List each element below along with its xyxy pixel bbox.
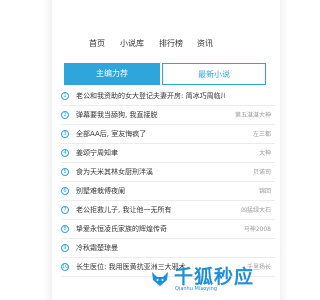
book-title[interactable]: 老公拒救儿子, 我让他一无所有 — [76, 202, 226, 219]
list-item[interactable]: 6 别墅难栽傅夜阑 锦回 — [61, 183, 275, 201]
rank-number: 9 — [61, 244, 69, 252]
tab-bar: 主编力荐 最新小说 — [64, 63, 268, 85]
rank-number: 10 — [61, 263, 69, 271]
tab-latest-novels[interactable]: 最新小说 — [162, 63, 266, 85]
book-author: 左三都 — [252, 131, 271, 138]
book-author: 锦回 — [258, 188, 271, 195]
book-author: 第五湛湛大神 — [234, 112, 271, 119]
list-item[interactable]: 9 冷秋霜楚琼曼 — [61, 240, 275, 258]
list-item[interactable]: 2 弹幕要我当舔狗, 我直接脱 第五湛湛大神 — [61, 107, 275, 125]
rank-number: 4 — [61, 149, 69, 157]
rank-number: 7 — [61, 206, 69, 214]
left-shadow — [44, 0, 52, 300]
watermark-text: 千狐秒应 — [174, 266, 255, 288]
list-item[interactable]: 8 挚爱永恒凌氏家族的辉煌传奇 马神2008 — [61, 221, 275, 239]
watermark-logo: 千狐秒应 Qianhu Miaoying — [150, 264, 268, 294]
list-item[interactable]: 1 老公和我资助的女大登记夫妻开房: 简冰巧周临川 — [61, 88, 275, 106]
book-title[interactable]: 老公和我资助的女大登记夫妻开房: 简冰巧周临川 — [76, 88, 226, 105]
page-container: 首页 小说库 排行榜 资讯 主编力荐 最新小说 1 老公和我资助的女大登记夫妻开… — [52, 0, 280, 300]
nav-library[interactable]: 小说库 — [120, 36, 144, 52]
list-item[interactable]: 5 食为天米其林女厨刑泮溪 贝诺司 — [61, 164, 275, 182]
list-item[interactable]: 7 老公拒救儿子, 我让他一无所有 凶猛绿大石 — [61, 202, 275, 220]
tab-editor-picks[interactable]: 主编力荐 — [64, 63, 160, 85]
book-author: 凶猛绿大石 — [240, 207, 271, 214]
watermark-subtext: Qianhu Miaoying — [175, 286, 218, 292]
book-author: 贝诺司 — [252, 169, 271, 176]
list-item[interactable]: 3 全部AA后, 室友悔疯了 左三都 — [61, 126, 275, 144]
rank-number: 2 — [61, 111, 69, 119]
rank-number: 3 — [61, 130, 69, 138]
nav-news[interactable]: 资讯 — [197, 36, 213, 52]
rank-number: 8 — [61, 225, 69, 233]
nav-home[interactable]: 首页 — [89, 36, 105, 52]
fox-logo-icon — [152, 272, 168, 286]
nav-ranking[interactable]: 排行榜 — [159, 36, 183, 52]
book-title[interactable]: 食为天米其林女厨刑泮溪 — [76, 164, 226, 181]
book-title[interactable]: 全部AA后, 室友悔疯了 — [76, 126, 226, 143]
book-author: 大神 — [258, 150, 271, 157]
right-shadow — [280, 0, 288, 300]
rank-number: 1 — [61, 92, 69, 100]
book-title[interactable]: 姜颂宁周知聿 — [76, 145, 226, 162]
book-title[interactable]: 冷秋霜楚琼曼 — [76, 240, 226, 257]
top-nav: 首页 小说库 排行榜 资讯 — [52, 36, 280, 52]
book-title[interactable]: 弹幕要我当舔狗, 我直接脱 — [76, 107, 226, 124]
rank-number: 6 — [61, 187, 69, 195]
book-title[interactable]: 别墅难栽傅夜阑 — [76, 183, 226, 200]
list-item[interactable]: 4 姜颂宁周知聿 大神 — [61, 145, 275, 163]
book-author: 马神2008 — [243, 226, 271, 233]
rank-number: 5 — [61, 168, 69, 176]
book-title[interactable]: 挚爱永恒凌氏家族的辉煌传奇 — [76, 221, 226, 238]
